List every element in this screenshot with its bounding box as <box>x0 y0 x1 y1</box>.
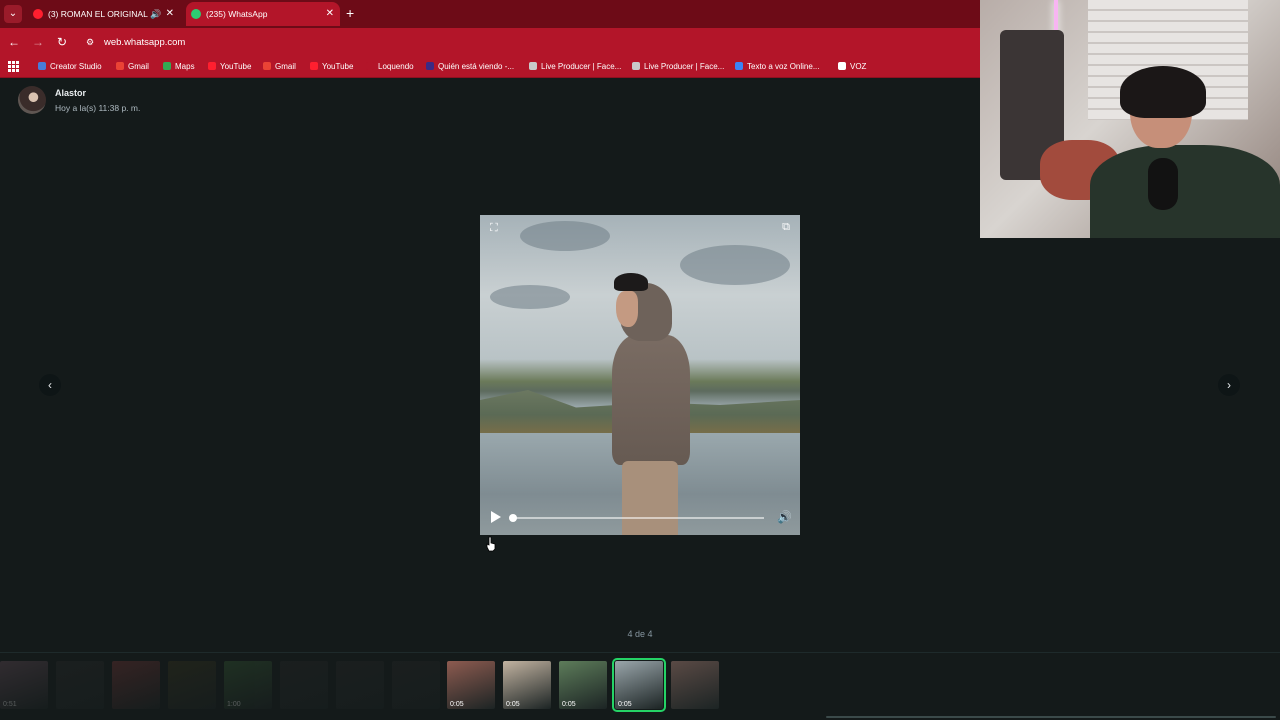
bookmark-item[interactable]: YouTube <box>310 56 353 78</box>
thumbnail-strip: 0:51 1:00 0:05 0:05 0:05 0:05 <box>0 652 1280 720</box>
back-icon[interactable]: ← <box>5 33 23 51</box>
bookmark-favicon-icon <box>735 62 743 70</box>
youtube-icon <box>33 9 43 19</box>
video-duration: 0:51 <box>3 701 17 708</box>
previous-media-button[interactable]: ‹ <box>39 374 61 396</box>
video-player[interactable]: ⛶ ⧉ 🔊 <box>480 215 800 535</box>
bookmark-label: Texto a voz Online... <box>747 62 820 71</box>
play-icon[interactable] <box>491 511 501 523</box>
close-tab-icon[interactable]: ✕ <box>166 2 174 26</box>
bookmark-label: Maps <box>175 62 195 71</box>
bookmark-favicon-icon <box>366 62 374 70</box>
forward-icon[interactable]: → <box>29 33 47 51</box>
media-thumbnail[interactable] <box>671 661 719 709</box>
browser-toolbar: ← → ↻ ⚙ web.whatsapp.com <box>0 28 980 56</box>
tab-title: (235) WhatsApp <box>206 9 268 19</box>
bookmark-favicon-icon <box>38 62 46 70</box>
hand-cursor-icon <box>486 536 496 552</box>
volume-icon[interactable]: 🔊 <box>777 510 792 524</box>
bookmark-favicon-icon <box>426 62 434 70</box>
bookmark-item[interactable]: Quién está viendo -... <box>426 56 514 78</box>
site-info-icon[interactable]: ⚙ <box>86 32 96 52</box>
bookmark-item[interactable]: Texto a voz Online... <box>735 56 819 78</box>
url-text: web.whatsapp.com <box>104 37 186 48</box>
close-tab-icon[interactable]: ✕ <box>326 2 334 26</box>
media-thumbnail[interactable]: 0:05 <box>447 661 495 709</box>
webcam-overlay <box>980 0 1280 238</box>
bookmark-favicon-icon <box>310 62 318 70</box>
picture-in-picture-icon[interactable]: ⧉ <box>782 221 790 234</box>
tab-bar: ⌄ (3) ROMAN EL ORIGINAL / 🔊 ✕ (235) What… <box>0 0 980 28</box>
video-duration: 1:00 <box>227 701 241 708</box>
bookmark-favicon-icon <box>632 62 640 70</box>
bookmark-item[interactable]: Live Producer | Face... <box>529 56 621 78</box>
bookmark-favicon-icon <box>263 62 271 70</box>
media-thumbnail[interactable]: 0:05 <box>559 661 607 709</box>
tab-search-icon[interactable]: ⌄ <box>4 5 22 23</box>
media-thumbnail[interactable] <box>336 661 384 709</box>
bookmark-favicon-icon <box>208 62 216 70</box>
bookmark-label: Quién está viendo -... <box>438 62 515 71</box>
screen: ⌄ (3) ROMAN EL ORIGINAL / 🔊 ✕ (235) What… <box>0 0 1280 720</box>
sender-name: Alastor <box>55 88 87 98</box>
bookmark-label: Loquendo <box>378 62 414 71</box>
video-duration: 0:05 <box>450 701 464 708</box>
bookmark-favicon-icon <box>116 62 124 70</box>
media-thumbnail[interactable]: 0:51 <box>0 661 48 709</box>
bookmarks-bar: Creator Studio Gmail Maps YouTube Gmail YouTu… <box>0 56 980 78</box>
bookmark-item[interactable]: Gmail <box>116 56 149 78</box>
tab-title: (3) ROMAN EL ORIGINAL / <box>48 9 148 19</box>
bookmark-item[interactable]: Gmail <box>263 56 296 78</box>
apps-grid-icon[interactable] <box>8 61 19 72</box>
media-thumbnail[interactable]: 0:05 <box>503 661 551 709</box>
seek-handle[interactable] <box>509 514 517 522</box>
person-in-hoodie <box>606 273 696 535</box>
bookmark-label: Gmail <box>128 62 149 71</box>
video-duration: 0:05 <box>618 701 632 708</box>
address-bar[interactable]: ⚙ web.whatsapp.com <box>82 32 972 52</box>
avatar[interactable] <box>18 86 46 114</box>
video-controls: 🔊 <box>480 501 800 535</box>
bookmark-item[interactable]: Live Producer | Face... <box>632 56 724 78</box>
bookmark-label: YouTube <box>220 62 252 71</box>
bookmark-item[interactable]: YouTube <box>208 56 251 78</box>
bookmark-label: Live Producer | Face... <box>644 62 725 71</box>
bookmark-label: Live Producer | Face... <box>541 62 622 71</box>
bookmark-item[interactable]: VOZ <box>838 56 866 78</box>
tab-whatsapp[interactable]: (235) WhatsApp ✕ <box>186 2 340 26</box>
media-thumbnail[interactable]: 1:00 <box>224 661 272 709</box>
fullscreen-icon[interactable]: ⛶ <box>490 222 498 235</box>
video-duration: 0:05 <box>506 701 520 708</box>
bookmark-label: Creator Studio <box>50 62 102 71</box>
media-thumbnail[interactable]: 0:05 <box>612 658 666 712</box>
bookmark-label: Gmail <box>275 62 296 71</box>
bookmark-favicon-icon <box>838 62 846 70</box>
media-thumbnail[interactable] <box>280 661 328 709</box>
bookmark-favicon-icon <box>163 62 171 70</box>
media-thumbnail[interactable] <box>112 661 160 709</box>
media-counter: 4 de 4 <box>627 629 653 639</box>
video-duration: 0:05 <box>562 701 576 708</box>
bookmark-item[interactable]: Maps <box>163 56 195 78</box>
speaker-icon[interactable]: 🔊 <box>150 2 161 26</box>
microphone <box>1148 158 1178 210</box>
new-tab-button[interactable]: + <box>346 4 354 22</box>
media-thumbnail[interactable] <box>392 661 440 709</box>
sent-time: Hoy a la(s) 11:38 p. m. <box>55 103 141 113</box>
media-thumbnail[interactable] <box>56 661 104 709</box>
bookmark-item[interactable]: Loquendo <box>366 56 414 78</box>
bookmark-label: VOZ <box>850 62 867 71</box>
bookmark-label: YouTube <box>322 62 354 71</box>
media-thumbnail[interactable] <box>168 661 216 709</box>
reload-icon[interactable]: ↻ <box>53 33 71 51</box>
tab-youtube[interactable]: (3) ROMAN EL ORIGINAL / 🔊 ✕ <box>28 2 180 26</box>
whatsapp-icon <box>191 9 201 19</box>
seek-bar[interactable] <box>509 514 764 522</box>
bookmark-favicon-icon <box>529 62 537 70</box>
bookmark-item[interactable]: Creator Studio <box>38 56 102 78</box>
next-media-button[interactable]: › <box>1218 374 1240 396</box>
scrollbar[interactable] <box>826 716 1276 718</box>
